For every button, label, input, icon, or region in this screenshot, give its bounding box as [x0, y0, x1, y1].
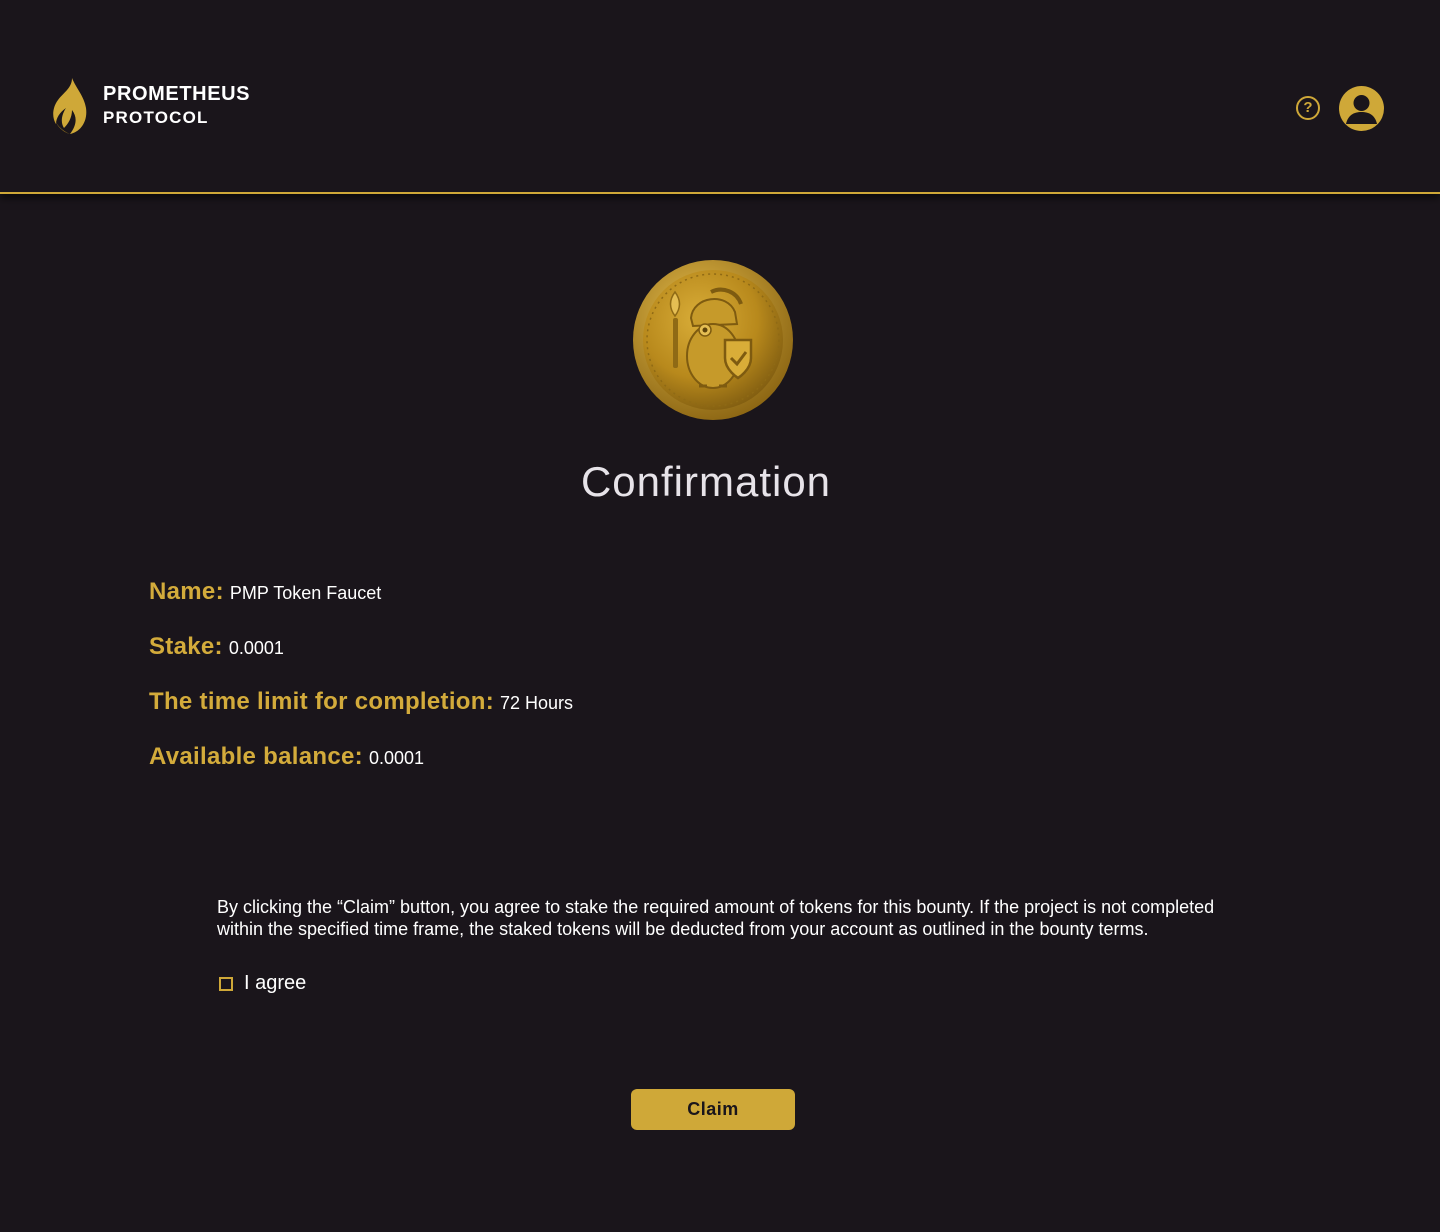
help-button[interactable]: ?: [1296, 96, 1320, 120]
gold-coin-owl-icon: [633, 260, 793, 420]
time-limit-row: The time limit for completion: 72 Hours: [149, 688, 573, 743]
question-circle-icon: ?: [1303, 99, 1313, 116]
page-title: Confirmation: [580, 458, 832, 505]
balance-row: Available balance: 0.0001: [149, 743, 573, 798]
stake-value: 0.0001: [228, 638, 284, 658]
time-limit-value: 72 Hours: [500, 693, 574, 713]
bounty-details: Name: PMP Token Faucet Stake: 0.0001 The…: [149, 578, 573, 798]
balance-label: Available balance:: [149, 743, 363, 770]
confirmation-page: PROMETHEUS PROTOCOL ? Confirmation Name:…: [0, 0, 1440, 1232]
claim-button[interactable]: Claim: [631, 1089, 795, 1130]
agree-checkbox-row[interactable]: I agree: [219, 972, 306, 995]
user-avatar-button[interactable]: [1339, 86, 1384, 131]
brand-name-line1: PROMETHEUS: [103, 83, 251, 105]
terms-text: By clicking the “Claim” button, you agre…: [217, 897, 1215, 939]
header: PROMETHEUS PROTOCOL ?: [0, 0, 1440, 194]
name-value: PMP Token Faucet: [229, 583, 382, 603]
user-avatar-icon: [1346, 95, 1377, 124]
agree-checkbox[interactable]: [219, 976, 233, 991]
name-label: Name:: [149, 578, 224, 605]
name-row: Name: PMP Token Faucet: [149, 578, 573, 633]
time-limit-label: The time limit for completion:: [149, 688, 495, 715]
brand-logo[interactable]: PROMETHEUS PROTOCOL: [50, 78, 250, 134]
agree-label[interactable]: I agree: [244, 972, 306, 995]
balance-value: 0.0001: [368, 748, 424, 768]
stake-row: Stake: 0.0001: [149, 633, 573, 688]
flame-icon: [53, 78, 87, 134]
brand-name-line2: PROTOCOL: [103, 108, 209, 127]
stake-label: Stake:: [149, 633, 223, 660]
